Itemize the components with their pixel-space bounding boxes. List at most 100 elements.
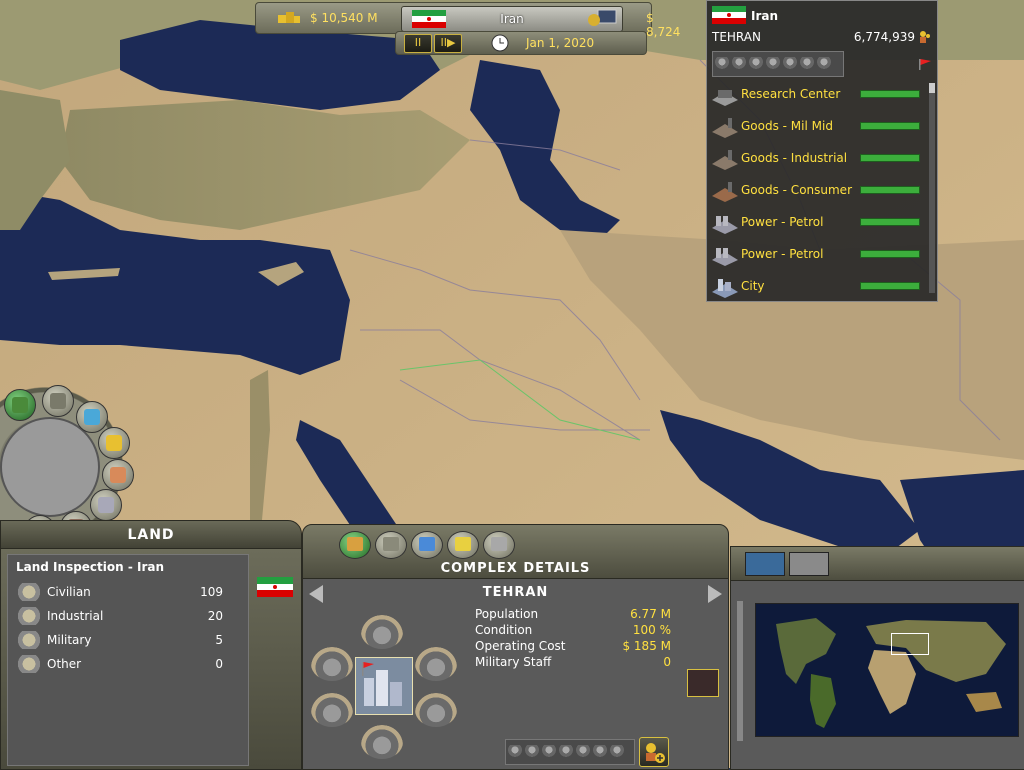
- building-item[interactable]: Goods - Consumer: [707, 177, 937, 207]
- research-building[interactable]: [361, 725, 403, 759]
- scroll-thumb[interactable]: [929, 83, 935, 93]
- other-land-icon: [16, 655, 42, 673]
- top-bar: $ 10,540 M Iran $ 8,724 II II▶ Jan 1, 20…: [255, 2, 680, 55]
- hire-staff-button[interactable]: [639, 737, 669, 767]
- building-item[interactable]: Goods - Industrial: [707, 145, 937, 175]
- next-arrow-icon[interactable]: [708, 585, 722, 603]
- land-row-military[interactable]: Military 5: [13, 629, 243, 651]
- building-item[interactable]: Power - Petrol: [707, 209, 937, 239]
- stat-label: Military Staff: [475, 655, 552, 669]
- land-row-label: Military: [47, 633, 92, 647]
- alternate-view-button[interactable]: [789, 552, 829, 576]
- research-button[interactable]: [76, 401, 108, 433]
- city-skyline-icon: [362, 662, 402, 706]
- stat-label: Operating Cost: [475, 639, 566, 653]
- goods-icon: [383, 537, 399, 551]
- top-bar-main: $ 10,540 M Iran $ 8,724: [255, 2, 680, 39]
- resources-button[interactable]: [98, 427, 130, 459]
- viewport-indicator[interactable]: [891, 633, 929, 655]
- complex-staff-slots[interactable]: [505, 739, 635, 765]
- building-label: Goods - Industrial: [741, 151, 848, 165]
- military-land-icon: [16, 631, 42, 649]
- soldier-icon: [508, 745, 522, 759]
- building-condition-bar: [860, 218, 920, 226]
- factory-building[interactable]: [415, 647, 457, 681]
- pause-button[interactable]: II: [404, 34, 432, 53]
- land-tab-title: LAND: [127, 527, 175, 543]
- building-condition-bar: [860, 186, 920, 194]
- research-icon: [84, 409, 100, 425]
- soldier-icon: [715, 57, 729, 71]
- power-plant-building[interactable]: [361, 615, 403, 649]
- land-row-civilian[interactable]: Civilian 109: [13, 581, 243, 603]
- minimap[interactable]: [755, 603, 1019, 737]
- tab-workers[interactable]: [447, 531, 479, 559]
- stat-condition: Condition 100 %: [475, 623, 675, 639]
- play-speed-button[interactable]: II▶: [434, 34, 462, 53]
- world-view-button[interactable]: [745, 552, 785, 576]
- radial-center: [0, 417, 100, 517]
- building-item[interactable]: City: [707, 273, 937, 303]
- city-name: TEHRAN: [712, 30, 761, 44]
- tab-globe[interactable]: [411, 531, 443, 559]
- satellite-icon: [98, 497, 114, 513]
- building-label: City: [741, 279, 765, 293]
- land-panel: Land Inspection - Iran Civilian 109 Indu…: [0, 548, 302, 770]
- oil-icon: [347, 537, 363, 551]
- military-unit-icon[interactable]: [687, 669, 719, 697]
- land-row-label: Civilian: [47, 585, 91, 599]
- factory-icon: [712, 182, 738, 202]
- satellite-button[interactable]: [90, 489, 122, 521]
- stat-value: 0: [663, 655, 671, 669]
- diplomacy-button[interactable]: [102, 459, 134, 491]
- factory-building[interactable]: [311, 647, 353, 681]
- clock-icon: [491, 34, 509, 52]
- stat-value: 6.77 M: [630, 607, 671, 621]
- factory-icon: [712, 150, 738, 170]
- staff-slots[interactable]: [712, 51, 844, 77]
- population-icon: [920, 31, 930, 43]
- soldier-icon: [610, 745, 624, 759]
- building-condition-bar: [860, 122, 920, 130]
- treasury-value: $ 10,540 M: [310, 11, 378, 25]
- building-condition-bar: [860, 282, 920, 290]
- building-item[interactable]: Research Center: [707, 81, 937, 111]
- building-item[interactable]: Goods - Mil Mid: [707, 113, 937, 143]
- worker-icon: [455, 537, 471, 551]
- land-row-value: 20: [207, 609, 223, 623]
- complex-city-name: TEHRAN: [482, 585, 549, 600]
- cash-value: $ 8,724: [646, 11, 681, 39]
- stat-population: Population 6.77 M: [475, 607, 675, 623]
- red-flag-icon[interactable]: [918, 58, 932, 70]
- soldier-icon: [800, 57, 814, 71]
- building-list-scrollbar[interactable]: [929, 83, 935, 293]
- power-plant-building[interactable]: [415, 693, 457, 727]
- stat-operating-cost: Operating Cost $ 185 M: [475, 639, 675, 655]
- land-button[interactable]: [4, 389, 36, 421]
- power-plant-icon: [712, 248, 738, 266]
- computer-icon[interactable]: [586, 8, 620, 28]
- power-plant-icon: [712, 216, 738, 234]
- building-condition-bar: [860, 90, 920, 98]
- land-row-industrial[interactable]: Industrial 20: [13, 605, 243, 627]
- bottom-panels: LAND Land Inspection - Iran Civilian 109…: [0, 520, 1024, 770]
- building-item[interactable]: Power - Petrol: [707, 241, 937, 271]
- minimap-toolbar: [730, 546, 1024, 582]
- time-controls: II II▶ Jan 1, 2020: [395, 31, 647, 55]
- land-inspection-title: Land Inspection - Iran: [16, 560, 165, 574]
- buildings-button[interactable]: [42, 385, 74, 417]
- research-center-icon: [712, 90, 738, 106]
- tab-supplies[interactable]: [483, 531, 515, 559]
- civilian-icon: [16, 583, 42, 601]
- soldier-icon: [542, 745, 556, 759]
- stat-military-staff: Military Staff 0: [475, 655, 675, 671]
- tab-oil[interactable]: [339, 531, 371, 559]
- tab-goods[interactable]: [375, 531, 407, 559]
- land-row-other[interactable]: Other 0: [13, 653, 243, 675]
- minimap-scrollbar[interactable]: [737, 601, 743, 741]
- city-center-building[interactable]: [355, 657, 413, 715]
- complex-panel: TEHRAN Population 6.77 M Condition 100 % O…: [302, 578, 729, 770]
- building-label: Goods - Consumer: [741, 183, 852, 197]
- supplies-icon: [491, 537, 507, 551]
- factory-building[interactable]: [311, 693, 353, 727]
